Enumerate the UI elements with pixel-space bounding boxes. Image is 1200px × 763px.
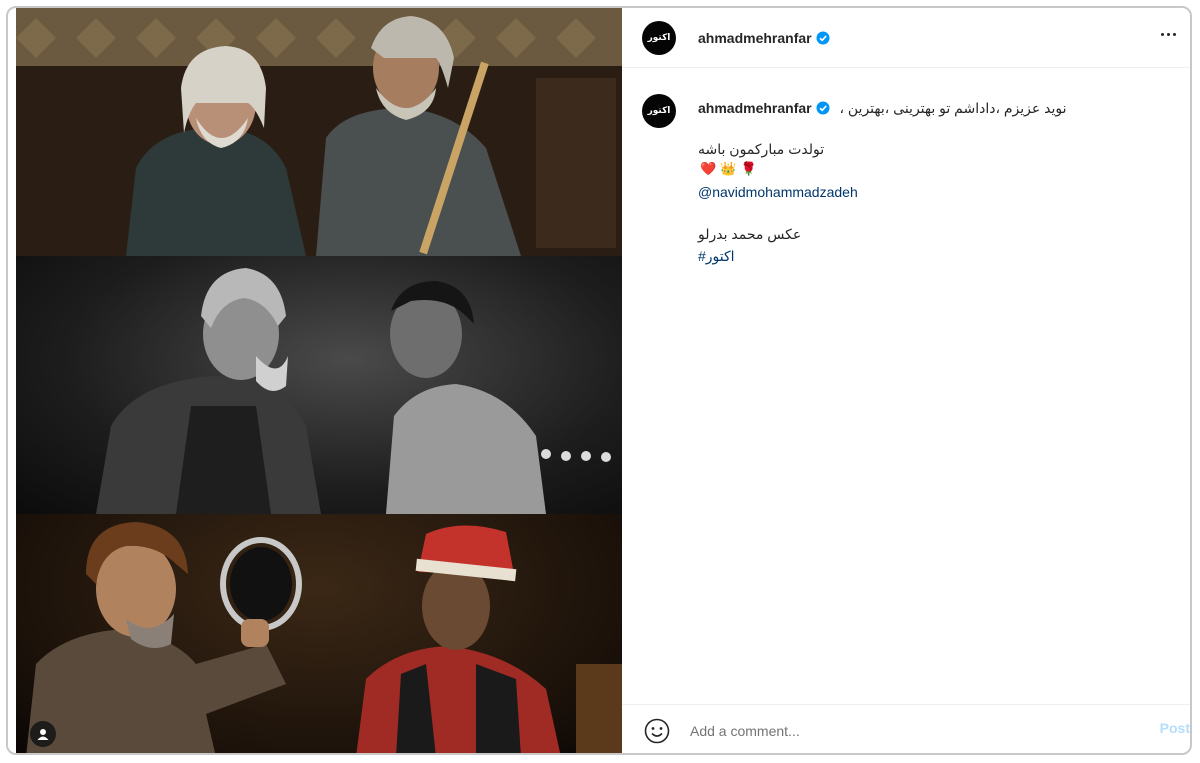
comment-bar: Post bbox=[622, 704, 1190, 753]
post-header: اکتور ahmadmehranfar bbox=[622, 8, 1190, 68]
comment-input[interactable] bbox=[688, 719, 1112, 743]
collage-photo-1 bbox=[16, 8, 622, 256]
verified-badge-icon bbox=[816, 31, 830, 50]
caption-mention-link[interactable]: @navidmohammadzadeh bbox=[698, 184, 858, 200]
caption-username[interactable]: ahmadmehranfar bbox=[698, 100, 812, 116]
emoji-smiley-icon[interactable] bbox=[644, 718, 670, 744]
post-comment-button[interactable]: Post bbox=[1160, 720, 1190, 736]
caption-text-line4: عکس محمد بدرلو bbox=[698, 226, 802, 242]
collage-photo-3 bbox=[16, 514, 622, 753]
post-caption: اکتور ahmadmehranfar نوید عزیزم ،داداشم … bbox=[622, 68, 1190, 704]
caption-hashtag-link[interactable]: اکتور# bbox=[698, 248, 735, 265]
post-image[interactable] bbox=[16, 8, 622, 753]
collage-photo-2 bbox=[16, 256, 622, 514]
caption-text-line1: نوید عزیزم ،داداشم تو بهترینی ،بهترین ، bbox=[839, 100, 1067, 116]
post-modal: اکتور ahmadmehranfar اکتور ahmadmehranfa… bbox=[6, 6, 1192, 755]
caption-emojis: ❤️ 👑 🌹 bbox=[700, 162, 757, 177]
caption-text-line2: تولدت مبارکمون باشه bbox=[698, 141, 825, 157]
verified-badge-icon bbox=[816, 101, 830, 118]
avatar[interactable]: اکتور bbox=[642, 21, 676, 55]
caption-avatar[interactable]: اکتور bbox=[642, 94, 676, 128]
header-username[interactable]: ahmadmehranfar bbox=[698, 30, 812, 46]
more-options-icon[interactable] bbox=[1156, 22, 1180, 46]
post-sidebar: اکتور ahmadmehranfar اکتور ahmadmehranfa… bbox=[622, 8, 1190, 753]
tagged-user-icon[interactable] bbox=[30, 721, 56, 747]
avatar-label: اکتور bbox=[647, 33, 671, 43]
caption-avatar-label: اکتور bbox=[647, 106, 671, 116]
